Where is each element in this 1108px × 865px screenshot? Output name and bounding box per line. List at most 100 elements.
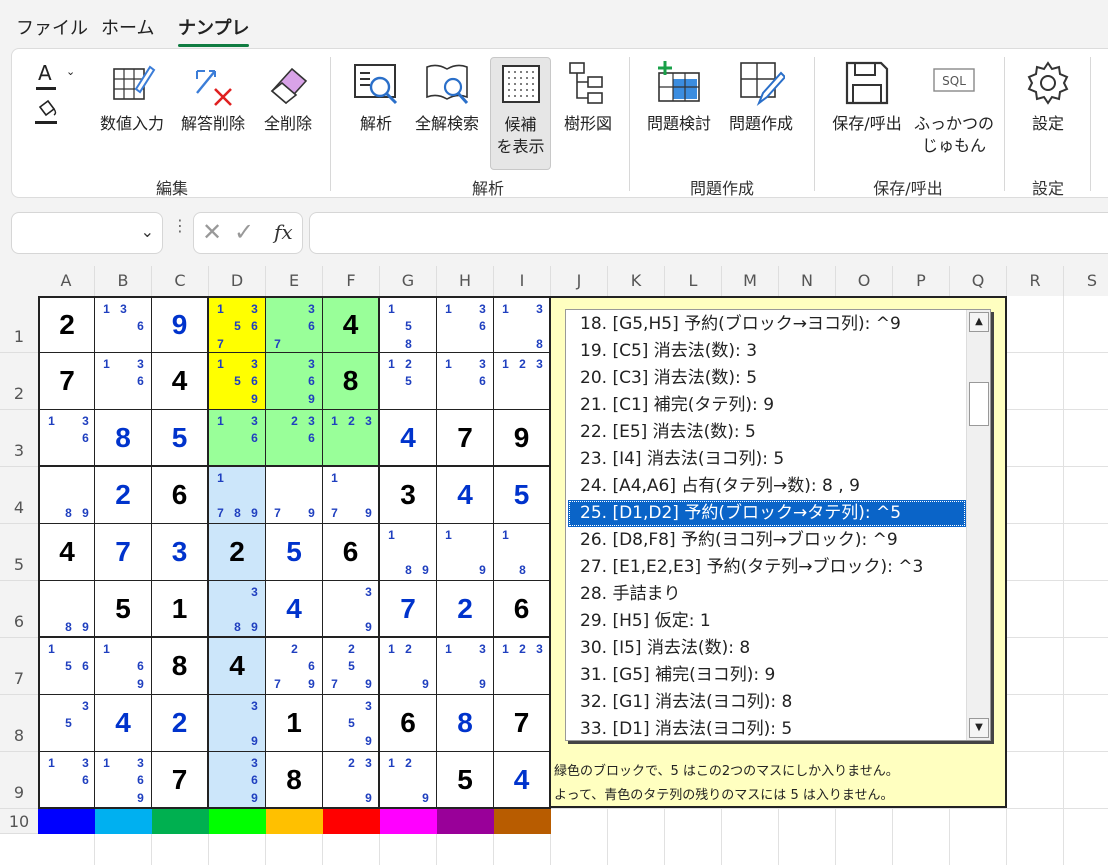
sudoku-cell[interactable]: 5 — [152, 410, 209, 467]
settings-button[interactable]: 設定 — [1016, 53, 1080, 135]
step-item[interactable]: 19. [C5] 消去法(数): 3 — [568, 338, 966, 365]
show-candidates-button[interactable]: 候補 を表示 — [490, 57, 551, 170]
fill-color-button[interactable] — [34, 99, 64, 129]
step-item[interactable]: 32. [G1] 消去法(ヨコ列): 8 — [568, 689, 966, 716]
color-swatch[interactable] — [38, 809, 95, 834]
sudoku-cell[interactable]: 7 — [38, 353, 95, 410]
scroll-down-icon[interactable]: ▼ — [969, 718, 989, 738]
sudoku-cell[interactable]: 5 — [95, 581, 152, 638]
column-header[interactable]: N — [779, 266, 836, 296]
column-header[interactable]: K — [608, 266, 665, 296]
sudoku-cell[interactable]: 7 — [380, 581, 437, 638]
sudoku-cell[interactable]: 3 — [380, 467, 437, 524]
sudoku-cell[interactable]: 2 57 9 — [323, 638, 380, 695]
sudoku-cell[interactable]: 5 — [266, 524, 323, 581]
sudoku-cell[interactable]: 2 — [152, 695, 209, 752]
column-header[interactable]: H — [437, 266, 494, 296]
sudoku-cell[interactable]: 2 — [95, 467, 152, 524]
name-box[interactable]: ⌄ — [11, 212, 163, 254]
sudoku-cell[interactable]: 18 — [494, 524, 551, 581]
sudoku-cell[interactable]: 2 — [437, 581, 494, 638]
tab-home[interactable]: ホーム — [101, 14, 154, 40]
sudoku-cell[interactable]: 12 5 — [380, 353, 437, 410]
sudoku-cell[interactable]: 3 6 9 — [266, 353, 323, 410]
sudoku-cell[interactable]: 1 89 — [380, 524, 437, 581]
row-header[interactable]: 5 — [0, 524, 38, 581]
sudoku-cell[interactable]: 79 — [266, 467, 323, 524]
sudoku-cell[interactable]: 1 3 8 — [494, 296, 551, 353]
sudoku-cell[interactable]: 1 6 9 — [95, 638, 152, 695]
row-header[interactable]: 3 — [0, 410, 38, 467]
scroll-up-icon[interactable]: ▲ — [969, 312, 989, 332]
row-header[interactable]: 8 — [0, 695, 38, 752]
sudoku-cell[interactable]: 1 — [152, 581, 209, 638]
column-header[interactable]: J — [551, 266, 608, 296]
sudoku-cell[interactable]: 4 — [95, 695, 152, 752]
step-item[interactable]: 18. [G5,H5] 予約(ブロック→ヨコ列): ^9 — [568, 311, 966, 338]
sudoku-cell[interactable]: 123 — [494, 638, 551, 695]
sudoku-cell[interactable]: 39 — [323, 581, 380, 638]
sudoku-cell[interactable]: 8 — [323, 353, 380, 410]
sudoku-cell[interactable]: 15 8 — [380, 296, 437, 353]
sudoku-cell[interactable]: 123 — [323, 410, 380, 467]
column-header[interactable]: G — [380, 266, 437, 296]
column-header[interactable]: B — [95, 266, 152, 296]
color-swatch[interactable] — [95, 809, 152, 834]
sudoku-cell[interactable]: 3 6 7 — [266, 296, 323, 353]
step-item[interactable]: 31. [G5] 補完(ヨコ列): 9 — [568, 662, 966, 689]
column-header[interactable]: F — [323, 266, 380, 296]
step-item[interactable]: 28. 手詰まり — [568, 581, 966, 608]
step-item[interactable]: 23. [I4] 消去法(ヨコ列): 5 — [568, 446, 966, 473]
column-header[interactable]: L — [665, 266, 722, 296]
fukkatsu-button[interactable]: SQL ふっかつの じゅもん — [912, 53, 996, 157]
sudoku-cell[interactable]: 1 7 9 — [323, 467, 380, 524]
sudoku-cell[interactable]: 4 — [152, 353, 209, 410]
sudoku-cell[interactable]: 2 — [38, 296, 95, 353]
tree-button[interactable]: 樹形図 — [556, 53, 620, 135]
cancel-icon[interactable]: ✕ — [202, 218, 222, 246]
sudoku-cell[interactable]: 1 3 6 — [209, 410, 266, 467]
sudoku-cell[interactable]: 3 — [152, 524, 209, 581]
sudoku-cell[interactable]: 8 — [95, 410, 152, 467]
save-load-button[interactable]: 保存/呼出 — [824, 53, 910, 135]
row-header[interactable]: 9 — [0, 752, 38, 809]
select-all-corner[interactable] — [0, 266, 38, 296]
column-header[interactable]: I — [494, 266, 551, 296]
problem-review-button[interactable]: 問題検討 — [640, 53, 718, 135]
sudoku-cell[interactable]: 8 — [152, 638, 209, 695]
sudoku-cell[interactable]: 123 — [494, 353, 551, 410]
confirm-icon[interactable]: ✓ — [234, 218, 254, 246]
step-item[interactable]: 20. [C3] 消去法(数): 5 — [568, 365, 966, 392]
sudoku-cell[interactable]: 3 6 9 — [209, 752, 266, 809]
row-header[interactable]: 2 — [0, 353, 38, 410]
row-header[interactable]: 6 — [0, 581, 38, 638]
sudoku-cell[interactable]: 359 — [323, 695, 380, 752]
steps-listbox[interactable]: 18. [G5,H5] 予約(ブロック→ヨコ列): ^9 19. [C5] 消去法… — [565, 309, 991, 741]
scrollbar[interactable]: ▲ ▼ — [966, 310, 990, 740]
chevron-down-icon[interactable]: ⌄ — [141, 222, 154, 241]
sudoku-cell[interactable]: 1 3 6 — [95, 353, 152, 410]
delete-answer-button[interactable]: 解答削除 — [175, 53, 251, 135]
row-header[interactable]: 4 — [0, 467, 38, 524]
sudoku-cell[interactable]: 9 — [494, 410, 551, 467]
color-swatch[interactable] — [323, 809, 380, 834]
sudoku-cell[interactable]: 35 — [38, 695, 95, 752]
sudoku-cell[interactable]: 8 — [437, 695, 494, 752]
sudoku-cell[interactable]: 4 — [38, 524, 95, 581]
column-header[interactable]: E — [266, 266, 323, 296]
color-swatch[interactable] — [437, 809, 494, 834]
column-header[interactable]: O — [836, 266, 893, 296]
sudoku-cell[interactable]: 12 9 — [380, 638, 437, 695]
font-color-button[interactable]: A ⌄ — [34, 61, 84, 91]
sudoku-cell[interactable]: 1 3 6 — [437, 296, 494, 353]
sudoku-cell[interactable]: 1 356 7 — [209, 296, 266, 353]
sudoku-cell[interactable]: 6 — [152, 467, 209, 524]
sudoku-cell[interactable]: 26 7 9 — [266, 638, 323, 695]
sudoku-cell[interactable]: 89 — [38, 467, 95, 524]
sudoku-cell[interactable]: 1 3 6 — [437, 353, 494, 410]
sudoku-cell[interactable]: 8 — [266, 752, 323, 809]
sudoku-cell[interactable]: 3 89 — [209, 581, 266, 638]
column-header[interactable]: M — [722, 266, 779, 296]
step-item[interactable]: 21. [C1] 補完(タテ列): 9 — [568, 392, 966, 419]
sudoku-cell[interactable]: 6 — [380, 695, 437, 752]
